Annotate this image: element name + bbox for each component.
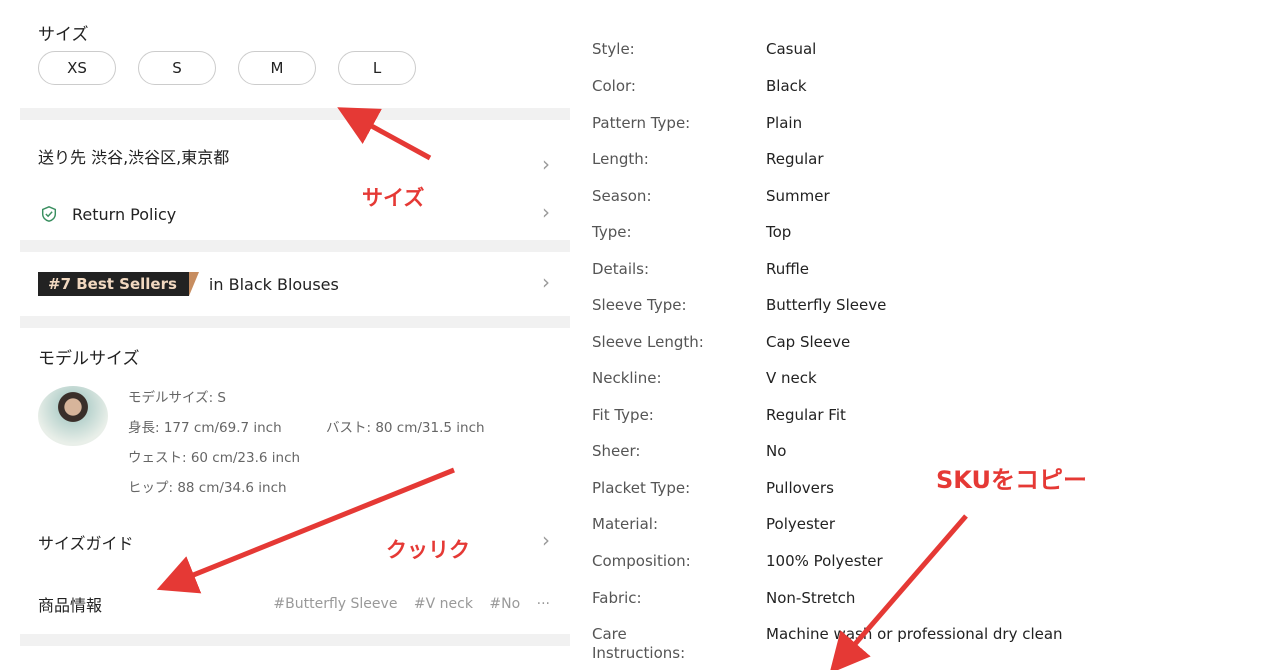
spec-label: Sheer: bbox=[592, 442, 641, 460]
shield-check-icon bbox=[41, 206, 57, 222]
spec-label: Neckline: bbox=[592, 369, 662, 387]
spec-value: Machine wash or professional dry clean bbox=[766, 625, 1063, 643]
spec-value: Top bbox=[766, 223, 792, 241]
model-avatar bbox=[38, 386, 108, 446]
spec-label: Length: bbox=[592, 150, 649, 168]
return-policy-label: Return Policy bbox=[72, 204, 177, 224]
spec-label: Instructions: bbox=[592, 644, 686, 662]
section-divider bbox=[20, 316, 570, 328]
size-option-l[interactable]: L bbox=[338, 51, 416, 85]
spec-label: Season: bbox=[592, 187, 652, 205]
spec-value: Ruffle bbox=[766, 260, 809, 278]
spec-value: Regular bbox=[766, 150, 824, 168]
spec-label: Material: bbox=[592, 515, 658, 533]
size-option-xs[interactable]: XS bbox=[38, 51, 116, 85]
spec-label: Composition: bbox=[592, 552, 691, 570]
spec-value: V neck bbox=[766, 369, 817, 387]
model-height: 身長: 177 cm/69.7 inch bbox=[128, 420, 282, 436]
spec-value: Plain bbox=[766, 114, 803, 132]
shipping-address: 送り先 渋谷,渋谷区,東京都 bbox=[38, 148, 230, 167]
size-section-title: サイズ bbox=[38, 25, 89, 45]
product-left-panel: サイズ XS S M L 送り先 渋谷,渋谷区,東京都 › Return Pol… bbox=[20, 0, 570, 670]
tag-item: #V neck bbox=[413, 596, 473, 612]
spec-value: Regular Fit bbox=[766, 406, 846, 424]
spec-label: Pattern Type: bbox=[592, 114, 691, 132]
annotation-sku: SKUをコピー bbox=[936, 466, 1087, 494]
best-sellers-category: in Black Blouses bbox=[208, 274, 339, 294]
spec-value: Cap Sleeve bbox=[766, 333, 851, 351]
tag-item: #No bbox=[489, 596, 521, 612]
product-info-row[interactable]: 商品情報 #Butterfly Sleeve #V neck #No ··· bbox=[20, 586, 570, 622]
spec-label: Type: bbox=[592, 223, 632, 241]
product-info-label: 商品情報 bbox=[38, 596, 103, 615]
spec-label: Sleeve Length: bbox=[592, 333, 704, 351]
model-waist: ウェスト: 60 cm/23.6 inch bbox=[128, 450, 301, 466]
best-sellers-badge: #7 Best Sellers bbox=[38, 272, 199, 296]
spec-value: Black bbox=[766, 77, 807, 95]
spec-value: No bbox=[766, 442, 787, 460]
section-divider bbox=[20, 240, 570, 252]
section-divider bbox=[20, 108, 570, 120]
spec-label: Sleeve Type: bbox=[592, 296, 687, 314]
spec-value: 100% Polyester bbox=[766, 552, 883, 570]
tag-item: #Butterfly Sleeve bbox=[273, 596, 398, 612]
annotation-size: サイズ bbox=[362, 186, 425, 210]
more-icon[interactable]: ··· bbox=[537, 596, 550, 612]
spec-label: Fabric: bbox=[592, 589, 642, 607]
best-sellers-row[interactable]: #7 Best Sellers in Black Blouses › bbox=[20, 266, 570, 302]
spec-label: Style: bbox=[592, 40, 635, 58]
spec-value: Butterfly Sleeve bbox=[766, 296, 887, 314]
spec-label: Care bbox=[592, 625, 627, 643]
model-size: モデルサイズ: S bbox=[128, 390, 227, 406]
spec-value: Casual bbox=[766, 40, 817, 58]
spec-value: Pullovers bbox=[766, 479, 834, 497]
spec-label: Fit Type: bbox=[592, 406, 654, 424]
product-specs-panel: Style: Casual Color: Black Pattern Type:… bbox=[572, 0, 1280, 670]
return-policy-row[interactable]: Return Policy › bbox=[20, 196, 570, 232]
size-option-s[interactable]: S bbox=[138, 51, 216, 85]
spec-value: Non-Stretch bbox=[766, 589, 856, 607]
size-guide-row[interactable]: サイズガイド › bbox=[20, 522, 570, 562]
shipping-row[interactable]: 送り先 渋谷,渋谷区,東京都 › bbox=[20, 138, 570, 176]
model-size-title: モデルサイズ bbox=[38, 349, 140, 369]
spec-value: Polyester bbox=[766, 515, 836, 533]
model-bust: バスト: 80 cm/31.5 inch bbox=[326, 420, 485, 436]
size-option-m[interactable]: M bbox=[238, 51, 316, 85]
chevron-right-icon: › bbox=[542, 270, 550, 294]
chevron-right-icon: › bbox=[542, 528, 550, 552]
annotation-click: クッリク bbox=[386, 538, 470, 562]
product-tags: #Butterfly Sleeve #V neck #No ··· bbox=[261, 596, 550, 612]
model-hip: ヒップ: 88 cm/34.6 inch bbox=[128, 480, 287, 496]
spec-label: Placket Type: bbox=[592, 479, 691, 497]
chevron-right-icon: › bbox=[542, 200, 550, 224]
size-guide-label: サイズガイド bbox=[38, 534, 134, 553]
spec-label: Details: bbox=[592, 260, 650, 278]
spec-value: Summer bbox=[766, 187, 830, 205]
spec-label: Color: bbox=[592, 77, 636, 95]
chevron-right-icon: › bbox=[542, 152, 550, 176]
section-divider bbox=[20, 634, 570, 646]
